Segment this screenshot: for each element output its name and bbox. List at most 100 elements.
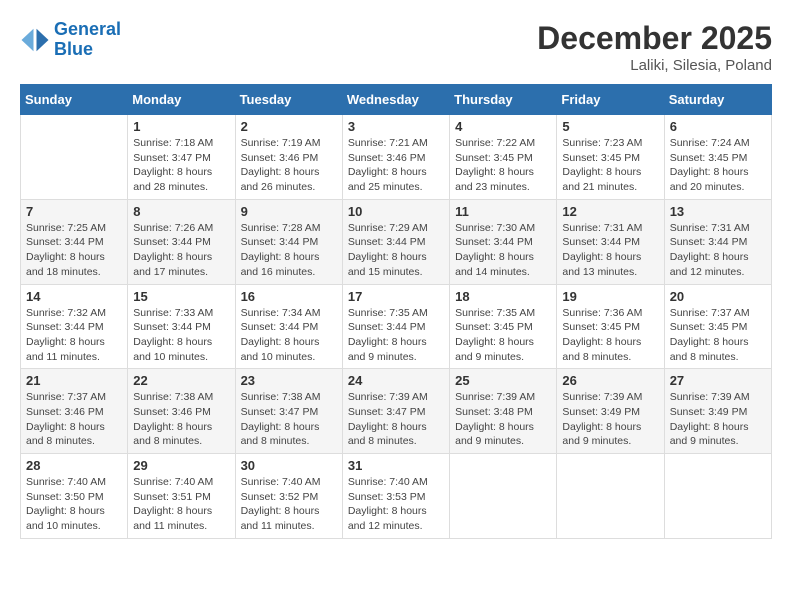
- day-number: 12: [562, 204, 658, 219]
- calendar-cell: 7 Sunrise: 7:25 AMSunset: 3:44 PMDaylight…: [21, 199, 128, 284]
- day-detail: Sunrise: 7:40 AMSunset: 3:53 PMDaylight:…: [348, 475, 444, 534]
- day-number: 16: [241, 289, 337, 304]
- weekday-header: Monday: [128, 85, 235, 115]
- calendar-cell: 6 Sunrise: 7:24 AMSunset: 3:45 PMDaylight…: [664, 115, 771, 200]
- calendar-cell: 31Sunrise: 7:40 AMSunset: 3:53 PMDayligh…: [342, 454, 449, 539]
- day-number: 10: [348, 204, 444, 219]
- calendar-cell: 2 Sunrise: 7:19 AMSunset: 3:46 PMDaylight…: [235, 115, 342, 200]
- day-detail: Sunrise: 7:33 AMSunset: 3:44 PMDaylight:…: [133, 306, 229, 365]
- day-detail: Sunrise: 7:32 AMSunset: 3:44 PMDaylight:…: [26, 306, 122, 365]
- day-number: 6: [670, 119, 766, 134]
- day-detail: Sunrise: 7:37 AMSunset: 3:45 PMDaylight:…: [670, 306, 766, 365]
- calendar-cell: [664, 454, 771, 539]
- day-number: 2: [241, 119, 337, 134]
- day-number: 17: [348, 289, 444, 304]
- calendar-table: SundayMondayTuesdayWednesdayThursdayFrid…: [20, 84, 772, 539]
- day-number: 11: [455, 204, 551, 219]
- calendar-cell: 26Sunrise: 7:39 AMSunset: 3:49 PMDayligh…: [557, 369, 664, 454]
- day-number: 22: [133, 373, 229, 388]
- day-detail: Sunrise: 7:22 AMSunset: 3:45 PMDaylight:…: [455, 136, 551, 195]
- day-number: 4: [455, 119, 551, 134]
- day-detail: Sunrise: 7:35 AMSunset: 3:44 PMDaylight:…: [348, 306, 444, 365]
- calendar-cell: 15 Sunrise: 7:33 AMSunset: 3:44 PMDayligh…: [128, 284, 235, 369]
- day-number: 8: [133, 204, 229, 219]
- day-number: 21: [26, 373, 122, 388]
- day-number: 26: [562, 373, 658, 388]
- day-number: 29: [133, 458, 229, 473]
- calendar-cell: 25Sunrise: 7:39 AMSunset: 3:48 PMDayligh…: [450, 369, 557, 454]
- weekday-header: Tuesday: [235, 85, 342, 115]
- day-detail: Sunrise: 7:39 AMSunset: 3:48 PMDaylight:…: [455, 390, 551, 449]
- calendar-cell: 14 Sunrise: 7:32 AMSunset: 3:44 PMDayligh…: [21, 284, 128, 369]
- day-detail: Sunrise: 7:39 AMSunset: 3:49 PMDaylight:…: [670, 390, 766, 449]
- day-number: 7: [26, 204, 122, 219]
- calendar-cell: 22 Sunrise: 7:38 AMSunset: 3:46 PMDayligh…: [128, 369, 235, 454]
- day-detail: Sunrise: 7:29 AMSunset: 3:44 PMDaylight:…: [348, 221, 444, 280]
- day-detail: Sunrise: 7:18 AMSunset: 3:47 PMDaylight:…: [133, 136, 229, 195]
- calendar-cell: 9 Sunrise: 7:28 AMSunset: 3:44 PMDaylight…: [235, 199, 342, 284]
- day-number: 3: [348, 119, 444, 134]
- day-detail: Sunrise: 7:38 AMSunset: 3:47 PMDaylight:…: [241, 390, 337, 449]
- day-number: 18: [455, 289, 551, 304]
- day-number: 9: [241, 204, 337, 219]
- calendar-cell: [21, 115, 128, 200]
- day-number: 14: [26, 289, 122, 304]
- calendar-cell: [557, 454, 664, 539]
- page-header: General Blue December 2025 Laliki, Siles…: [20, 20, 772, 74]
- title-block: December 2025 Laliki, Silesia, Poland: [537, 20, 772, 74]
- day-detail: Sunrise: 7:39 AMSunset: 3:47 PMDaylight:…: [348, 390, 444, 449]
- day-number: 28: [26, 458, 122, 473]
- day-number: 23: [241, 373, 337, 388]
- day-detail: Sunrise: 7:21 AMSunset: 3:46 PMDaylight:…: [348, 136, 444, 195]
- day-detail: Sunrise: 7:28 AMSunset: 3:44 PMDaylight:…: [241, 221, 337, 280]
- weekday-header: Wednesday: [342, 85, 449, 115]
- day-detail: Sunrise: 7:30 AMSunset: 3:44 PMDaylight:…: [455, 221, 551, 280]
- calendar-cell: 11 Sunrise: 7:30 AMSunset: 3:44 PMDayligh…: [450, 199, 557, 284]
- day-number: 1: [133, 119, 229, 134]
- weekday-header: Friday: [557, 85, 664, 115]
- day-detail: Sunrise: 7:19 AMSunset: 3:46 PMDaylight:…: [241, 136, 337, 195]
- day-detail: Sunrise: 7:34 AMSunset: 3:44 PMDaylight:…: [241, 306, 337, 365]
- day-number: 27: [670, 373, 766, 388]
- location: Laliki, Silesia, Poland: [537, 57, 772, 74]
- day-detail: Sunrise: 7:38 AMSunset: 3:46 PMDaylight:…: [133, 390, 229, 449]
- calendar-cell: 19 Sunrise: 7:36 AMSunset: 3:45 PMDayligh…: [557, 284, 664, 369]
- calendar-cell: 1 Sunrise: 7:18 AMSunset: 3:47 PMDaylight…: [128, 115, 235, 200]
- calendar-cell: 24 Sunrise: 7:39 AMSunset: 3:47 PMDayligh…: [342, 369, 449, 454]
- day-number: 30: [241, 458, 337, 473]
- calendar-cell: 17 Sunrise: 7:35 AMSunset: 3:44 PMDayligh…: [342, 284, 449, 369]
- day-detail: Sunrise: 7:37 AMSunset: 3:46 PMDaylight:…: [26, 390, 122, 449]
- calendar-cell: 23 Sunrise: 7:38 AMSunset: 3:47 PMDayligh…: [235, 369, 342, 454]
- calendar-cell: 16 Sunrise: 7:34 AMSunset: 3:44 PMDayligh…: [235, 284, 342, 369]
- day-detail: Sunrise: 7:26 AMSunset: 3:44 PMDaylight:…: [133, 221, 229, 280]
- weekday-header: Saturday: [664, 85, 771, 115]
- calendar-cell: 21 Sunrise: 7:37 AMSunset: 3:46 PMDayligh…: [21, 369, 128, 454]
- day-detail: Sunrise: 7:36 AMSunset: 3:45 PMDaylight:…: [562, 306, 658, 365]
- month-title: December 2025: [537, 20, 772, 57]
- calendar-cell: 4 Sunrise: 7:22 AMSunset: 3:45 PMDaylight…: [450, 115, 557, 200]
- day-detail: Sunrise: 7:35 AMSunset: 3:45 PMDaylight:…: [455, 306, 551, 365]
- day-detail: Sunrise: 7:40 AMSunset: 3:50 PMDaylight:…: [26, 475, 122, 534]
- calendar-cell: 29 Sunrise: 7:40 AMSunset: 3:51 PMDayligh…: [128, 454, 235, 539]
- logo: General Blue: [20, 20, 121, 60]
- calendar-cell: 20Sunrise: 7:37 AMSunset: 3:45 PMDayligh…: [664, 284, 771, 369]
- logo-text: General Blue: [54, 20, 121, 60]
- logo-icon: [20, 25, 50, 55]
- day-detail: Sunrise: 7:40 AMSunset: 3:51 PMDaylight:…: [133, 475, 229, 534]
- calendar-cell: 3 Sunrise: 7:21 AMSunset: 3:46 PMDaylight…: [342, 115, 449, 200]
- calendar-cell: [450, 454, 557, 539]
- calendar-cell: 27 Sunrise: 7:39 AMSunset: 3:49 PMDayligh…: [664, 369, 771, 454]
- day-detail: Sunrise: 7:24 AMSunset: 3:45 PMDaylight:…: [670, 136, 766, 195]
- day-detail: Sunrise: 7:40 AMSunset: 3:52 PMDaylight:…: [241, 475, 337, 534]
- day-detail: Sunrise: 7:31 AMSunset: 3:44 PMDaylight:…: [670, 221, 766, 280]
- weekday-header: Sunday: [21, 85, 128, 115]
- day-detail: Sunrise: 7:23 AMSunset: 3:45 PMDaylight:…: [562, 136, 658, 195]
- weekday-header: Thursday: [450, 85, 557, 115]
- day-detail: Sunrise: 7:25 AMSunset: 3:44 PMDaylight:…: [26, 221, 122, 280]
- day-number: 24: [348, 373, 444, 388]
- calendar-cell: 18 Sunrise: 7:35 AMSunset: 3:45 PMDayligh…: [450, 284, 557, 369]
- calendar-cell: 13Sunrise: 7:31 AMSunset: 3:44 PMDayligh…: [664, 199, 771, 284]
- day-number: 19: [562, 289, 658, 304]
- day-number: 15: [133, 289, 229, 304]
- calendar-cell: 30 Sunrise: 7:40 AMSunset: 3:52 PMDayligh…: [235, 454, 342, 539]
